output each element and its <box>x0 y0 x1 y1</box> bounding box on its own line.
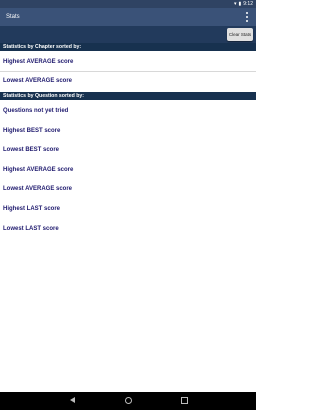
question-section-header: Statistics by Question sorted by: <box>0 92 256 100</box>
status-bar: ▾ ▮ 9:12 <box>0 0 256 8</box>
toolbar: Clear Stats <box>0 26 256 43</box>
overflow-menu-icon[interactable] <box>244 11 250 23</box>
wifi-icon: ▾ <box>233 1 237 7</box>
navigation-bar <box>0 392 256 410</box>
chapter-item-lowest-average[interactable]: Lowest AVERAGE score <box>3 77 72 85</box>
chapter-item-highest-average[interactable]: Highest AVERAGE score <box>3 58 73 66</box>
recent-apps-icon[interactable] <box>181 397 188 404</box>
chapter-section-header: Statistics by Chapter sorted by: <box>0 43 256 51</box>
back-icon[interactable] <box>70 397 75 403</box>
question-item-highest-best[interactable]: Highest BEST score <box>3 127 60 135</box>
page-title: Stats <box>6 14 20 20</box>
status-time: 9:12 <box>243 1 253 7</box>
question-item-lowest-average[interactable]: Lowest AVERAGE score <box>3 185 72 193</box>
battery-icon: ▮ <box>238 1 242 7</box>
clear-stats-button[interactable]: Clear Stats <box>227 28 253 41</box>
question-item-lowest-last[interactable]: Lowest LAST score <box>3 225 59 233</box>
question-item-highest-average[interactable]: Highest AVERAGE score <box>3 166 73 174</box>
question-item-not-tried[interactable]: Questions not yet tried <box>3 107 68 115</box>
question-item-highest-last[interactable]: Highest LAST score <box>3 205 60 213</box>
home-icon[interactable] <box>125 397 132 404</box>
divider <box>0 71 256 72</box>
app-bar: Stats <box>0 8 256 26</box>
question-item-lowest-best[interactable]: Lowest BEST score <box>3 146 59 154</box>
